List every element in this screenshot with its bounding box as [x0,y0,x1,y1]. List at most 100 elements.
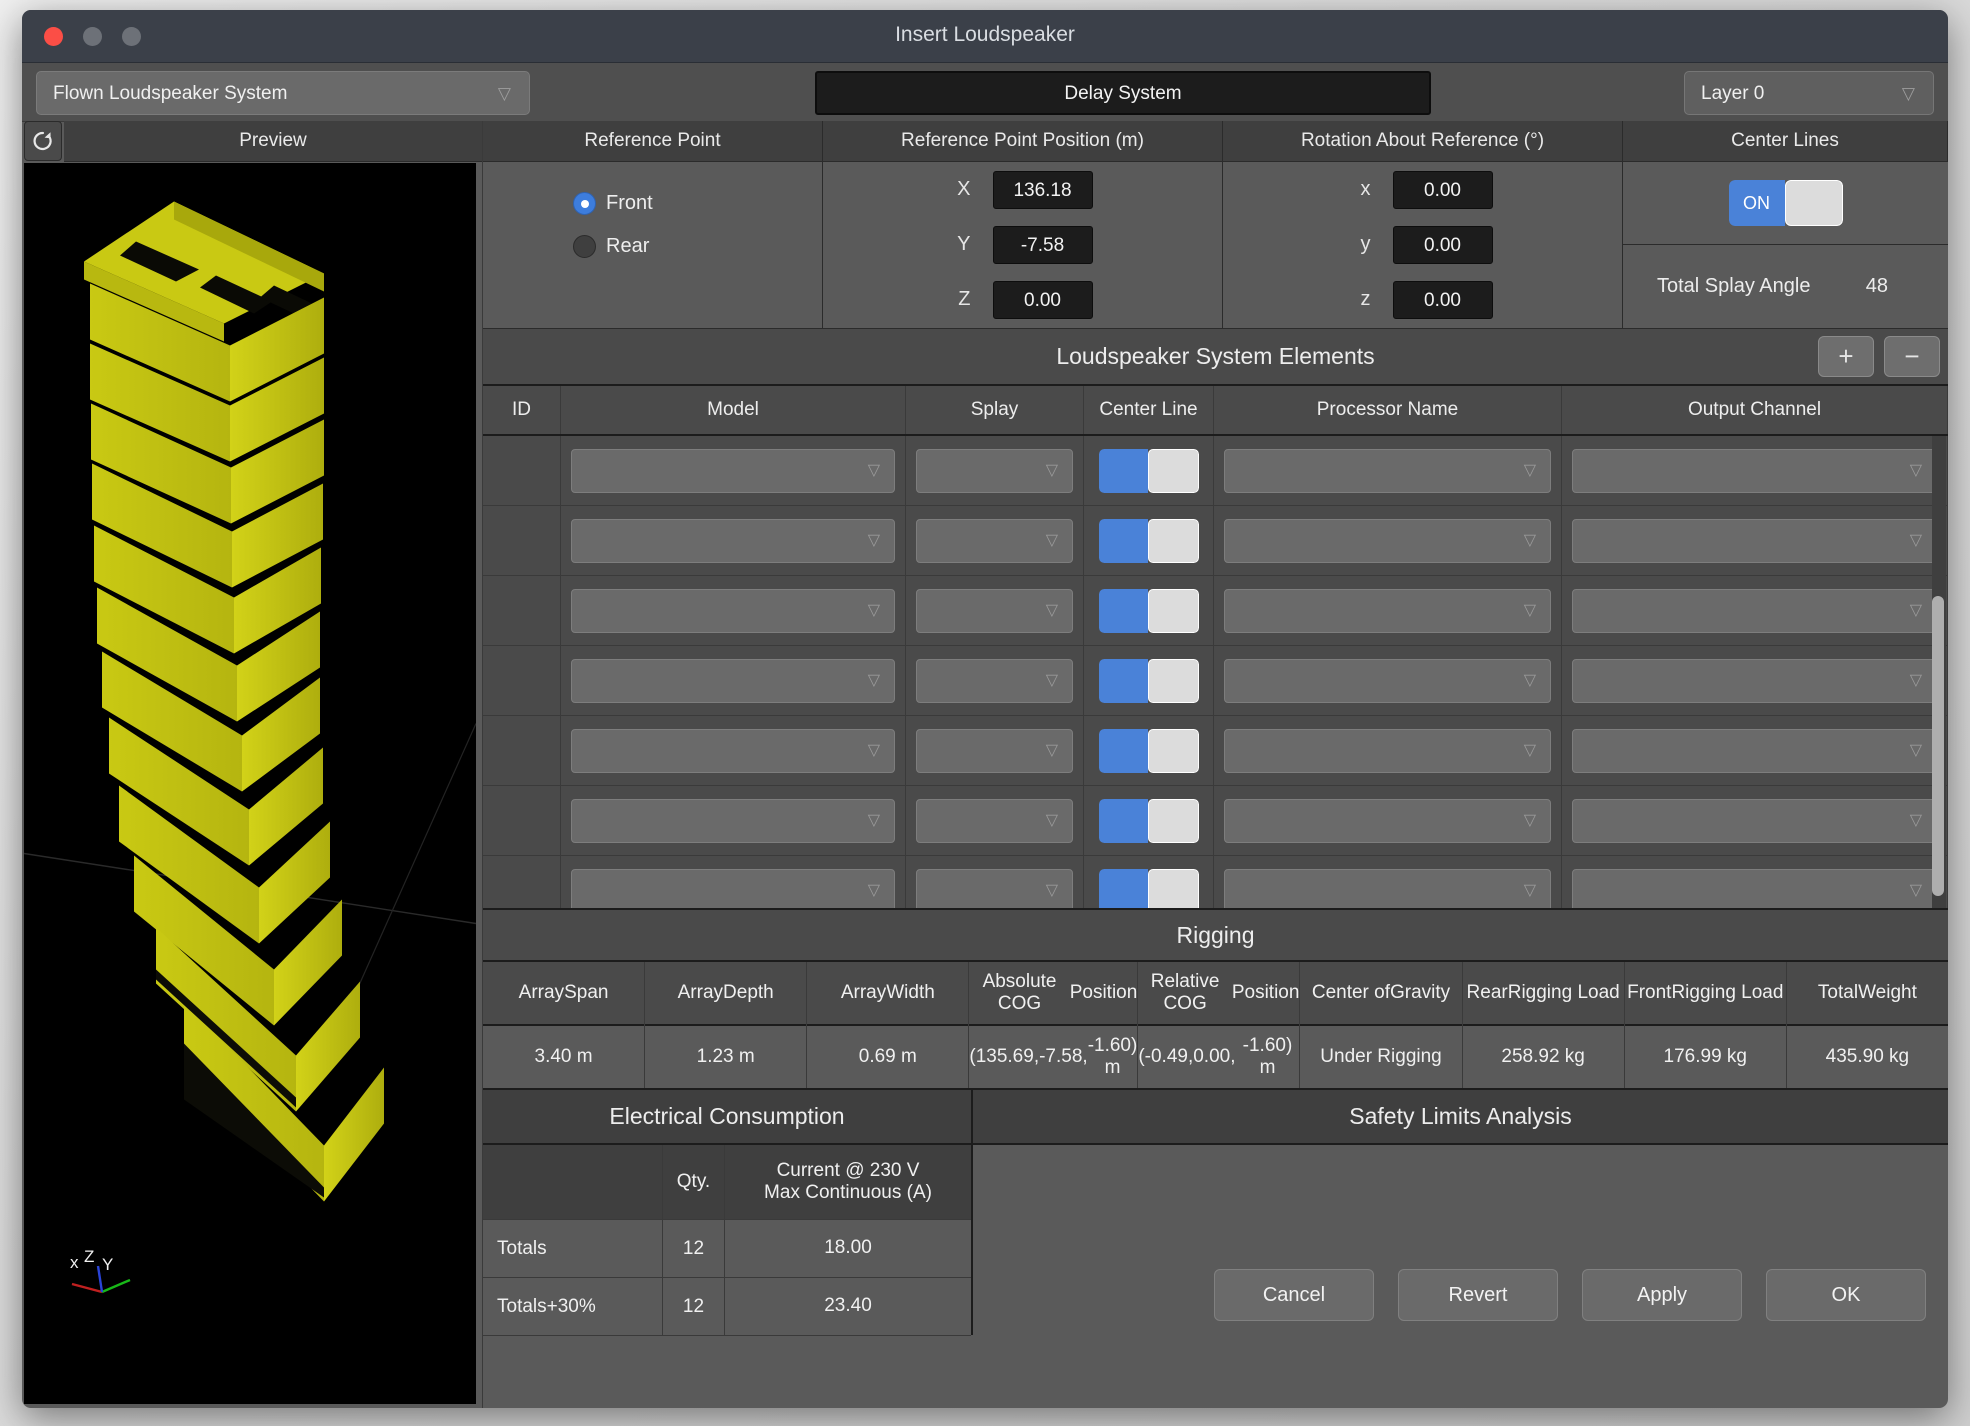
safety-limits-body: Cancel Revert Apply OK [973,1145,1948,1335]
center-line-toggle[interactable] [1098,588,1199,633]
rigging-column: Array Depth 1.23 m [645,962,808,1088]
table-scrollbar-thumb[interactable] [1932,596,1944,896]
ok-button[interactable]: OK [1766,1269,1926,1321]
center-line-toggle[interactable] [1098,728,1199,773]
model-dropdown[interactable]: ▽ [571,448,895,493]
processor-dropdown[interactable]: ▽ [1224,588,1551,633]
rigging-column-value: 0.69 m [807,1026,969,1088]
chevron-down-icon: ▽ [1909,601,1922,619]
rigging-column: Array Span 3.40 m [483,962,646,1088]
center-line-toggle-knob [1147,868,1199,908]
rotation-header: Rotation About Reference (°) [1223,121,1623,161]
position-label-x: X [957,178,971,200]
splay-dropdown[interactable]: ▽ [916,728,1073,773]
column-header-id: ID [483,386,561,434]
rotation-label-x: x [1360,178,1371,200]
output-channel-dropdown[interactable]: ▽ [1572,798,1937,843]
electrical-totals-current: 18.00 [725,1220,971,1277]
rigging-column-header: Front Rigging Load [1624,962,1786,1026]
processor-dropdown[interactable]: ▽ [1224,728,1551,773]
toolbar: Flown Loudspeaker System ▽ Delay System … [22,63,1948,122]
remove-element-button[interactable]: − [1884,336,1940,377]
chevron-down-icon: ▽ [867,601,880,619]
column-header-splay: Splay [906,386,1084,434]
center-line-toggle-label [1098,728,1148,773]
model-dropdown[interactable]: ▽ [571,868,895,908]
cancel-button[interactable]: Cancel [1214,1269,1374,1321]
splay-dropdown[interactable]: ▽ [916,658,1073,703]
rigging-column-header: Rear Rigging Load [1462,962,1624,1026]
processor-dropdown[interactable]: ▽ [1224,658,1551,703]
output-channel-dropdown[interactable]: ▽ [1572,868,1937,908]
add-element-button[interactable]: + [1818,336,1874,377]
processor-dropdown[interactable]: ▽ [1224,868,1551,908]
rigging-column-header: Array Width [807,962,969,1026]
rotation-input-z[interactable]: 0.00 [1392,280,1493,319]
splay-dropdown[interactable]: ▽ [916,868,1073,908]
electrical-totals30-qty: 12 [663,1278,725,1335]
output-channel-dropdown[interactable]: ▽ [1572,518,1937,563]
table-scrollbar[interactable] [1932,436,1946,908]
processor-dropdown[interactable]: ▽ [1224,798,1551,843]
preview-viewport[interactable]: x Z Y [24,163,476,1404]
processor-dropdown[interactable]: ▽ [1224,448,1551,493]
processor-dropdown[interactable]: ▽ [1224,518,1551,563]
apply-button[interactable]: Apply [1582,1269,1742,1321]
chevron-down-icon: ▽ [1523,881,1536,899]
model-dropdown[interactable]: ▽ [571,518,895,563]
revert-button[interactable]: Revert [1398,1269,1558,1321]
center-line-toggle[interactable] [1098,798,1199,843]
refresh-icon [33,131,52,151]
radio-front-label: Front [606,192,653,214]
center-lines-toggle[interactable]: ON [1728,180,1843,226]
parameters-body: Front Rear X 136.18 Y -7.58 Z 0.00 x 0.0… [483,162,1948,329]
rigging-column-value: 1.23 m [645,1026,807,1088]
model-dropdown[interactable]: ▽ [571,588,895,633]
system-name-field[interactable]: Delay System [815,71,1431,115]
position-input-x[interactable]: 136.18 [992,170,1093,209]
table-row: ▽ ▽ ▽ ▽ [483,646,1948,716]
rigging-column: Relative COG Position (-0.49,0.00, -1.60) m [1138,962,1301,1088]
output-channel-dropdown[interactable]: ▽ [1572,658,1937,703]
radio-rear[interactable]: Rear [573,235,822,258]
model-dropdown[interactable]: ▽ [571,798,895,843]
system-type-dropdown[interactable]: Flown Loudspeaker System ▽ [36,71,530,115]
rotation-input-x[interactable]: 0.00 [1392,170,1493,209]
center-line-toggle[interactable] [1098,658,1199,703]
output-channel-dropdown[interactable]: ▽ [1572,728,1937,773]
electrical-totals-label: Totals [483,1220,663,1277]
model-dropdown[interactable]: ▽ [571,728,895,773]
axis-label-z: Z [84,1248,94,1266]
table-row: ▽ ▽ ▽ ▽ [483,786,1948,856]
column-header-processor: Processor Name [1214,386,1562,434]
position-input-z[interactable]: 0.00 [992,280,1093,319]
position-input-y[interactable]: -7.58 [992,225,1093,264]
splay-dropdown[interactable]: ▽ [916,448,1073,493]
electrical-totals30-current: 23.40 [725,1278,971,1335]
model-dropdown[interactable]: ▽ [571,658,895,703]
rotation-input-y[interactable]: 0.00 [1392,225,1493,264]
output-channel-dropdown[interactable]: ▽ [1572,588,1937,633]
rigging-column-value: (135.69,-7.58, -1.60) m [969,1026,1138,1088]
center-line-toggle[interactable] [1098,518,1199,563]
radio-front[interactable]: Front [573,192,822,215]
element-id [483,436,561,505]
layer-dropdown[interactable]: Layer 0 ▽ [1684,71,1934,115]
center-line-toggle[interactable] [1098,448,1199,493]
output-channel-dropdown[interactable]: ▽ [1572,448,1937,493]
center-line-toggle-label [1098,798,1148,843]
chevron-down-icon: ▽ [1045,671,1058,689]
insert-loudspeaker-dialog: Insert Loudspeaker Flown Loudspeaker Sys… [22,10,1948,1408]
element-id [483,576,561,645]
refresh-preview-button[interactable] [24,121,62,161]
rigging-column-header: Array Depth [645,962,807,1026]
splay-dropdown[interactable]: ▽ [916,588,1073,633]
position-label-y: Y [957,233,971,255]
center-line-toggle[interactable] [1098,868,1199,908]
system-type-value: Flown Loudspeaker System [53,83,288,104]
axis-gizmo: x Z Y [70,1248,131,1294]
splay-dropdown[interactable]: ▽ [916,798,1073,843]
chevron-down-icon: ▽ [497,84,511,103]
radio-rear-label: Rear [606,235,650,257]
splay-dropdown[interactable]: ▽ [916,518,1073,563]
